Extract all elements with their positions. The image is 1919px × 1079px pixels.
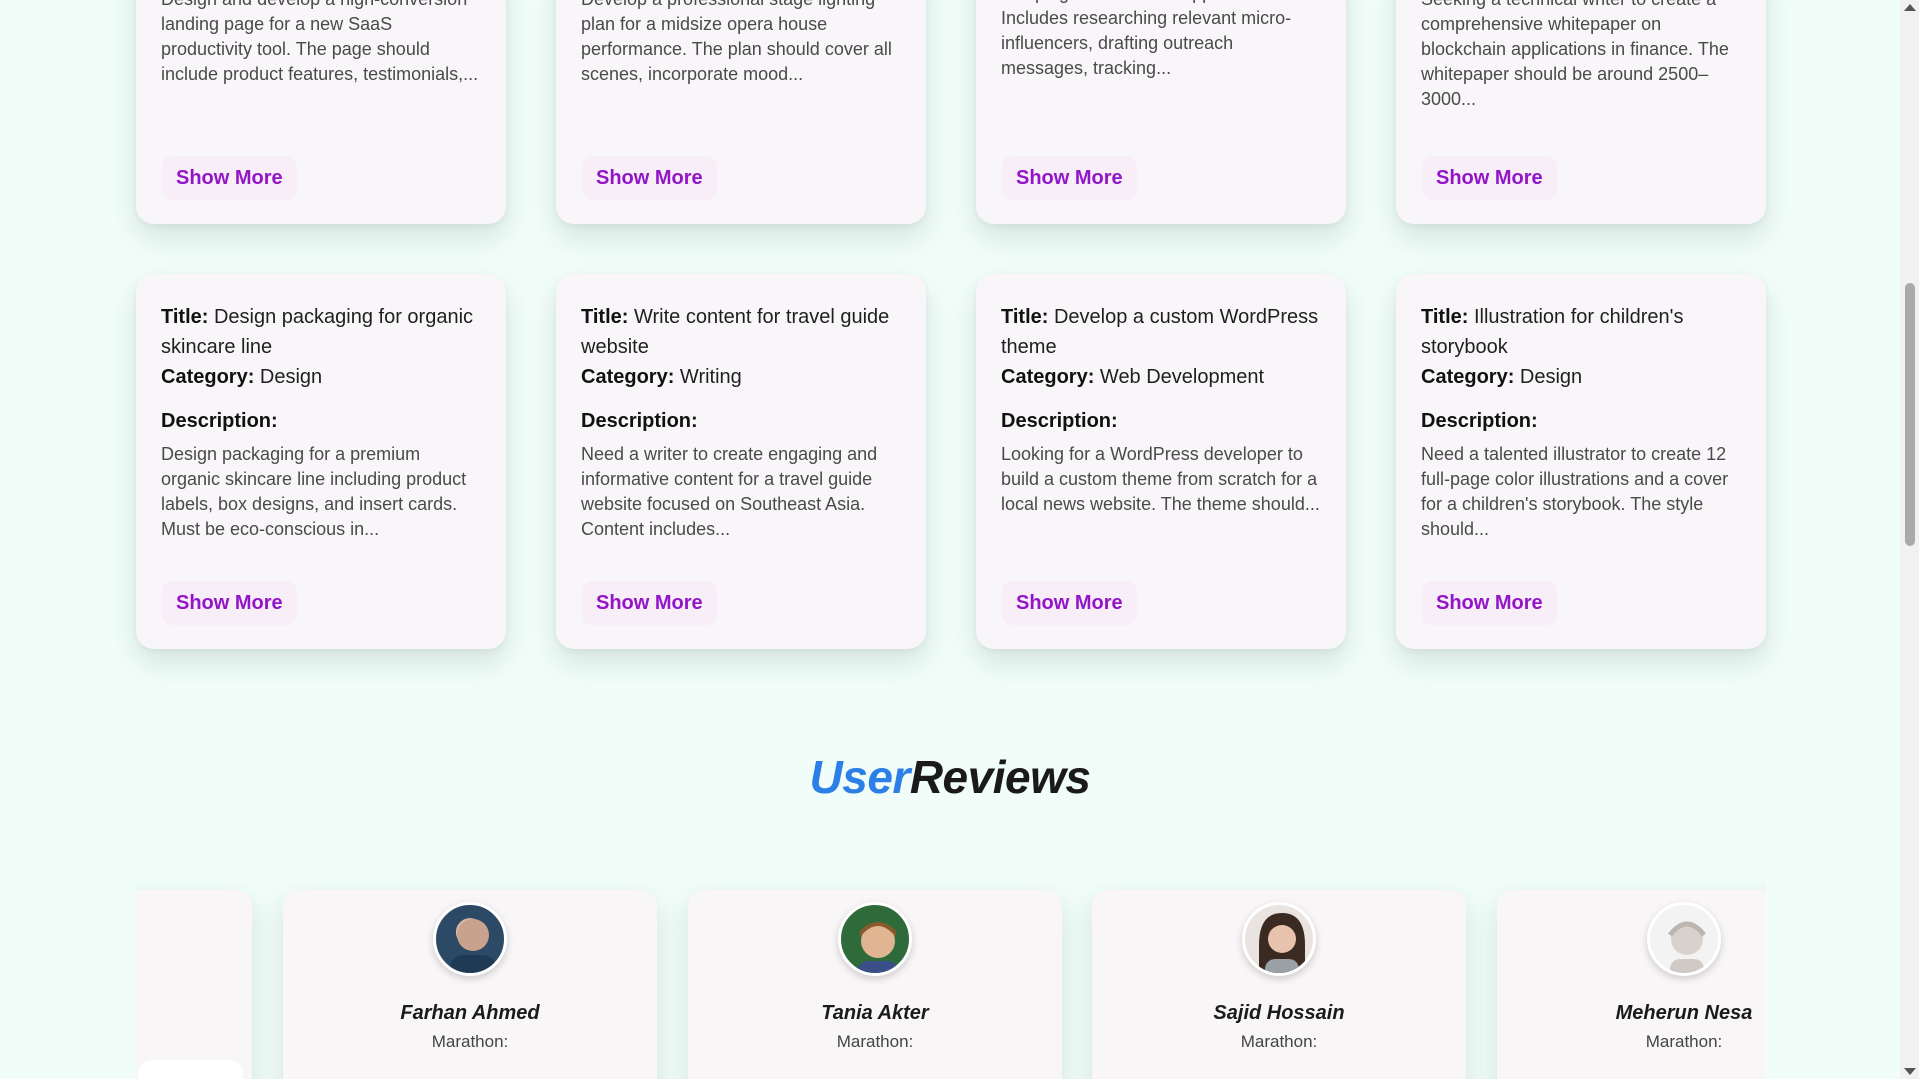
task-card: Develop a professional stage lighting pl… — [556, 0, 926, 224]
task-description: Looking for a WordPress developer to bui… — [1001, 444, 1320, 514]
avatar — [433, 902, 507, 976]
task-category: Category: Web Development — [1001, 362, 1320, 392]
description-label: Description: — [581, 410, 698, 432]
task-title-text: Design packaging for organic skincare li… — [161, 306, 474, 358]
task-category-text: Design — [1519, 366, 1583, 388]
show-more-button[interactable]: Show More — [1002, 156, 1137, 200]
description-label: Description: — [161, 410, 278, 432]
person-avatar-icon — [450, 919, 496, 973]
task-title: Title: Develop a custom WordPress theme — [1001, 302, 1320, 362]
task-card: campaign for a fitness apparel brand. In… — [976, 0, 1346, 224]
avatar — [838, 902, 912, 976]
description-label: Description: — [1001, 410, 1118, 432]
reviewer-event: Marathon: — [1645, 1032, 1723, 1051]
show-more-button[interactable]: Show More — [582, 581, 717, 625]
review-card: Meherun Nesa Marathon: — [1497, 890, 1766, 1079]
task-card: Title: Design packaging for organic skin… — [136, 274, 506, 649]
vertical-scrollbar[interactable] — [1900, 0, 1919, 1079]
task-description: Need a writer to create engaging and inf… — [581, 444, 878, 539]
show-more-button[interactable]: Show More — [1002, 581, 1137, 625]
task-card: Seeking a technical writer to create a c… — [1396, 0, 1766, 224]
review-card: Sajid Hossain Marathon: — [1092, 890, 1466, 1079]
task-title: Title: Illustration for children's story… — [1421, 302, 1740, 362]
person-avatar-icon — [1668, 921, 1706, 973]
scroll-up-arrow-icon[interactable] — [1904, 4, 1916, 11]
reviews-carousel[interactable]: Farhan Ahmed Marathon: Tania Akter Marat… — [136, 850, 1766, 1079]
review-card-partial — [136, 890, 252, 1079]
title-label: Title: — [1001, 306, 1049, 328]
card-chip — [138, 1060, 243, 1079]
show-more-button[interactable]: Show More — [1422, 581, 1557, 625]
task-description: Design and develop a high-conversion lan… — [161, 0, 479, 84]
page-viewport: Design and develop a high-conversion lan… — [0, 0, 1900, 1079]
show-more-button[interactable]: Show More — [582, 156, 717, 200]
task-description: Develop a professional stage lighting pl… — [581, 0, 892, 84]
task-description: campaign for a fitness apparel brand. In… — [1001, 0, 1298, 78]
show-more-button[interactable]: Show More — [1422, 156, 1557, 200]
task-card: Title: Illustration for children's story… — [1396, 274, 1766, 649]
task-description: Design packaging for a premium organic s… — [161, 444, 467, 539]
reviewer-name: Farhan Ahmed — [400, 1002, 540, 1024]
reviews-section-title: UserReviews — [0, 750, 1900, 804]
person-avatar-icon — [857, 922, 899, 973]
review-card: Tania Akter Marathon: — [688, 890, 1062, 1079]
task-category: Category: Writing — [581, 362, 900, 392]
scroll-down-arrow-icon[interactable] — [1904, 1068, 1916, 1075]
show-more-button[interactable]: Show More — [162, 581, 297, 625]
title-accent-word: User — [809, 751, 911, 803]
reviewer-event: Marathon: — [431, 1032, 509, 1051]
task-title-text: Write content for travel guide website — [581, 306, 890, 358]
task-category-text: Design — [259, 366, 323, 388]
task-category: Category: Design — [161, 362, 480, 392]
task-title: Title: Write content for travel guide we… — [581, 302, 900, 362]
task-title-text: Develop a custom WordPress theme — [1001, 306, 1319, 358]
reviewer-event: Marathon: — [1240, 1032, 1318, 1051]
title-label: Title: — [161, 306, 209, 328]
task-category-text: Writing — [679, 366, 742, 388]
scroll-thumb[interactable] — [1905, 283, 1915, 546]
task-description: Seeking a technical writer to create a c… — [1421, 0, 1729, 109]
category-label: Category: — [1421, 366, 1515, 388]
reviewer-event: Marathon: — [836, 1032, 914, 1051]
task-card: Design and develop a high-conversion lan… — [136, 0, 506, 224]
description-label: Description: — [1421, 410, 1538, 432]
title-label: Title: — [1421, 306, 1469, 328]
category-label: Category: — [581, 366, 675, 388]
reviewer-name: Sajid Hossain — [1213, 1002, 1345, 1024]
avatar — [1242, 902, 1316, 976]
task-card: Title: Write content for travel guide we… — [556, 274, 926, 649]
review-card: Farhan Ahmed Marathon: — [283, 890, 657, 1079]
task-description: Need a talented illustrator to create 12… — [1421, 444, 1729, 539]
title-label: Title: — [581, 306, 629, 328]
task-card: Title: Develop a custom WordPress theme … — [976, 274, 1346, 649]
reviewer-name: Meherun Nesa — [1615, 1002, 1753, 1024]
task-category-text: Web Development — [1099, 366, 1265, 388]
title-main-word: Reviews — [909, 751, 1091, 803]
task-category: Category: Design — [1421, 362, 1740, 392]
avatar — [1647, 902, 1721, 976]
task-title: Title: Design packaging for organic skin… — [161, 302, 480, 362]
show-more-button[interactable]: Show More — [162, 156, 297, 200]
reviewer-name: Tania Akter — [821, 1002, 929, 1024]
person-avatar-icon — [1259, 913, 1305, 973]
category-label: Category: — [161, 366, 255, 388]
category-label: Category: — [1001, 366, 1095, 388]
